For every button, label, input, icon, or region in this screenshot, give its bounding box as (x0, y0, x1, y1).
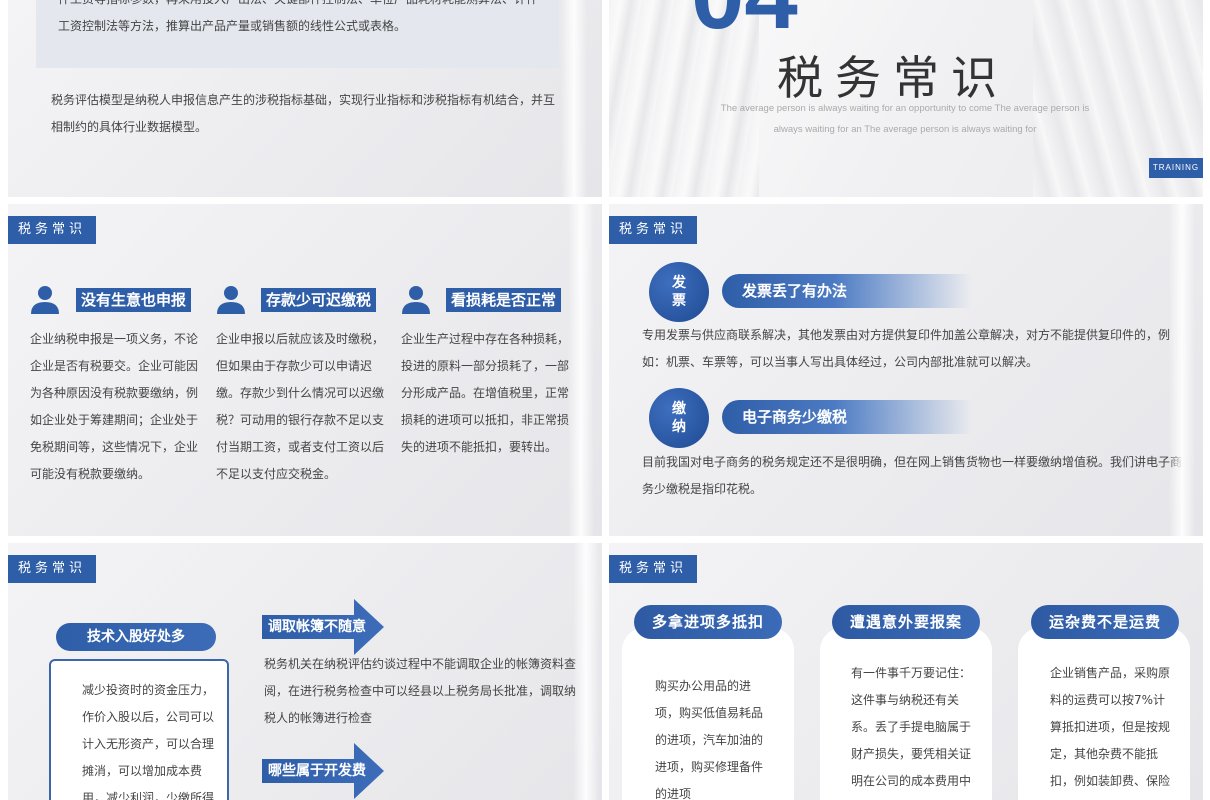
section-tag: 税务常识 (609, 216, 697, 244)
light-stripe (573, 543, 599, 800)
person-icon (217, 286, 245, 314)
section-tag: 税务常识 (8, 555, 96, 583)
arrow-label-1: 调取帐簿不随意 (262, 599, 392, 655)
item-heading: 看损耗是否正常 (446, 288, 562, 312)
slide-technology-shares[interactable]: 税务常识 技术入股好处多 减少投资时的资金压力，作价入股以后，公司可以计入无形资… (8, 543, 602, 800)
card-text: 购买办公用品的进项，购买低值易耗品的进项，汽车加油的进项，购买修理备件的进项 (655, 679, 764, 800)
slide-declaration[interactable]: 税务常识 没有生意也申报 企业纳税申报是一项义务，不论企业是否有税要交。企业可能… (8, 204, 602, 536)
card-heading: 运杂费不是运费 (1031, 605, 1179, 639)
card-heading: 多拿进项多抵扣 (634, 605, 782, 639)
item-text: 企业生产过程中存在各种损耗，投进的原料一部分损耗了，一部分形成产品。在增值税里，… (401, 332, 570, 454)
card-heading: 遭遇意外要报案 (832, 605, 980, 639)
body-text: 税务评估模型是纳税人申报信息产生的涉税指标基础，实现行业指标和涉税指标有机结合，… (51, 93, 556, 134)
item-text: 专用发票与供应商联系解决，其他发票由对方提供复印件加盖公章解决，对方不能提供复印… (642, 328, 1171, 369)
item-circle: 发票 (649, 262, 709, 322)
left-text: 减少投资时的资金压力，作价入股以后，公司可以计入无形资产，可以合理摊消，可以增加… (82, 683, 215, 800)
item-text: 企业申报以后就应该及时缴税，但如果由于存款少可以申请迟缴。存款少到什么情况可以迟… (216, 332, 385, 481)
item-text: 企业纳税申报是一项义务，不论企业是否有税要交。企业可能因为各种原因没有税款要缴纳… (30, 332, 199, 481)
person-icon (31, 286, 59, 314)
item-heading: 电子商务少缴税 (722, 400, 972, 434)
section-number: 04 (691, 0, 798, 44)
arrow1-text: 税务机关在纳税评估约谈过程中不能调取企业的帐簿资料查阅，在进行税务检查中可以经县… (264, 657, 577, 725)
slide-deductions[interactable]: 税务常识 多拿进项多抵扣 购买办公用品的进项，购买低值易耗品的进项，汽车加油的进… (609, 543, 1203, 800)
box-text: 件工资等指标参数，再采用投入产出法、关键部件控制法、单位产品耗材耗能测算法、计件… (58, 0, 538, 33)
arrow-label-2: 哪些属于开发费 (262, 743, 392, 799)
light-stripe (1169, 204, 1195, 536)
section-subtitle: The average person is always waiting for… (720, 103, 1090, 135)
section-tag: 税务常识 (609, 555, 697, 583)
item-heading: 发票丢了有办法 (722, 274, 972, 308)
left-title: 技术入股好处多 (56, 623, 216, 651)
training-badge: TRAINING (1149, 158, 1203, 178)
item-heading: 没有生意也申报 (76, 288, 192, 312)
item-circle: 缴纳 (649, 388, 709, 448)
slide-section-cover[interactable]: 04 税务常识 The average person is always wai… (609, 0, 1203, 197)
card-text: 企业销售产品，采购原料的运费可以按7%计算抵扣进项，但是按规定，其他杂费不能抵扣… (1050, 666, 1171, 788)
item-text: 目前我国对电子商务的税务规定还不是很明确，但在网上销售货物也一样要缴纳增值税。我… (642, 455, 1183, 496)
slide-invoices[interactable]: 税务常识 发票丢了有办法 发票 专用发票与供应商联系解决，其他发票由对方提供复印… (609, 204, 1203, 536)
card-text: 有一件事千万要记住：这件事与纳税还有关系。丢了手提电脑属于财产损失，要凭相关证明… (851, 666, 972, 788)
person-icon (402, 286, 430, 314)
section-tag: 税务常识 (8, 216, 96, 244)
item-heading: 存款少可迟缴税 (261, 288, 377, 312)
light-stripe (561, 0, 587, 197)
light-stripe (568, 204, 594, 536)
slide-evaluation-model[interactable]: 件工资等指标参数，再采用投入产出法、关键部件控制法、单位产品耗材耗能测算法、计件… (8, 0, 602, 197)
